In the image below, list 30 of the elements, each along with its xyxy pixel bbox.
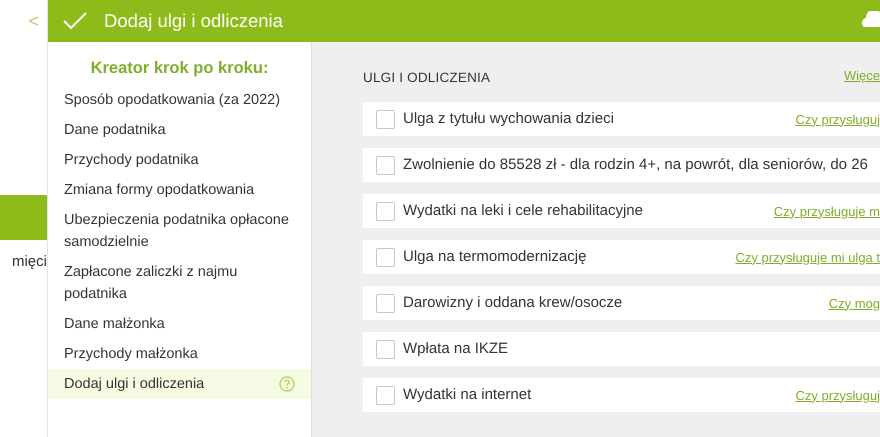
checkbox[interactable]	[376, 110, 395, 129]
sidebar-item[interactable]	[0, 195, 47, 240]
checkbox[interactable]	[376, 386, 395, 405]
check-icon	[62, 11, 88, 31]
relief-label: Wpłata na IKZE	[403, 339, 510, 359]
wizard-step[interactable]: Zmiana formy opodatkowania	[48, 174, 311, 205]
section-title: ULGI I ODLICZENIA	[363, 69, 490, 87]
wizard-title: Kreator krok po kroku:	[90, 58, 270, 79]
checkbox[interactable]	[376, 156, 395, 175]
checkbox[interactable]	[376, 248, 395, 267]
wizard-step[interactable]: Przychody podatnika	[48, 144, 311, 175]
wizard-step[interactable]: Dane małżonka	[48, 308, 311, 339]
wizard-step[interactable]: Zapłacone zaliczki z najmu podatnika	[48, 256, 311, 309]
relief-label: Darowizny i oddana krew/osocze	[403, 293, 624, 313]
wizard-step[interactable]: Sposób opodatkowania (za 2022)	[48, 84, 311, 115]
checkbox[interactable]	[376, 202, 395, 221]
relief-label: Zwolnienie do 85528 zł - dla rodzin 4+, na powrót, dla seniorów, do 26	[403, 155, 869, 175]
wizard-step[interactable]: Dane podatnika	[48, 114, 311, 145]
relief-label: Ulga na termomodernizację	[403, 247, 588, 267]
checkbox[interactable]	[376, 340, 395, 359]
relief-label: Wydatki na internet	[403, 385, 532, 405]
checkbox[interactable]	[376, 294, 395, 313]
wizard-step[interactable]: Dodaj ulgi i odliczenia	[48, 368, 311, 399]
sidebar-item[interactable]: mięci	[0, 240, 47, 285]
wizard-step[interactable]: Ubezpieczenia podatnika opłacone samodzielnie	[48, 204, 311, 257]
help-icon[interactable]	[279, 376, 295, 392]
relief-label: Ulga z tytułu wychowania dzieci	[403, 109, 615, 129]
wizard-step[interactable]: Przychody małżonka	[48, 338, 311, 369]
relief-label: Wydatki na leki i cele rehabilitacyjne	[403, 201, 644, 221]
page-title: Dodaj ulgi i odliczenia	[104, 9, 283, 34]
